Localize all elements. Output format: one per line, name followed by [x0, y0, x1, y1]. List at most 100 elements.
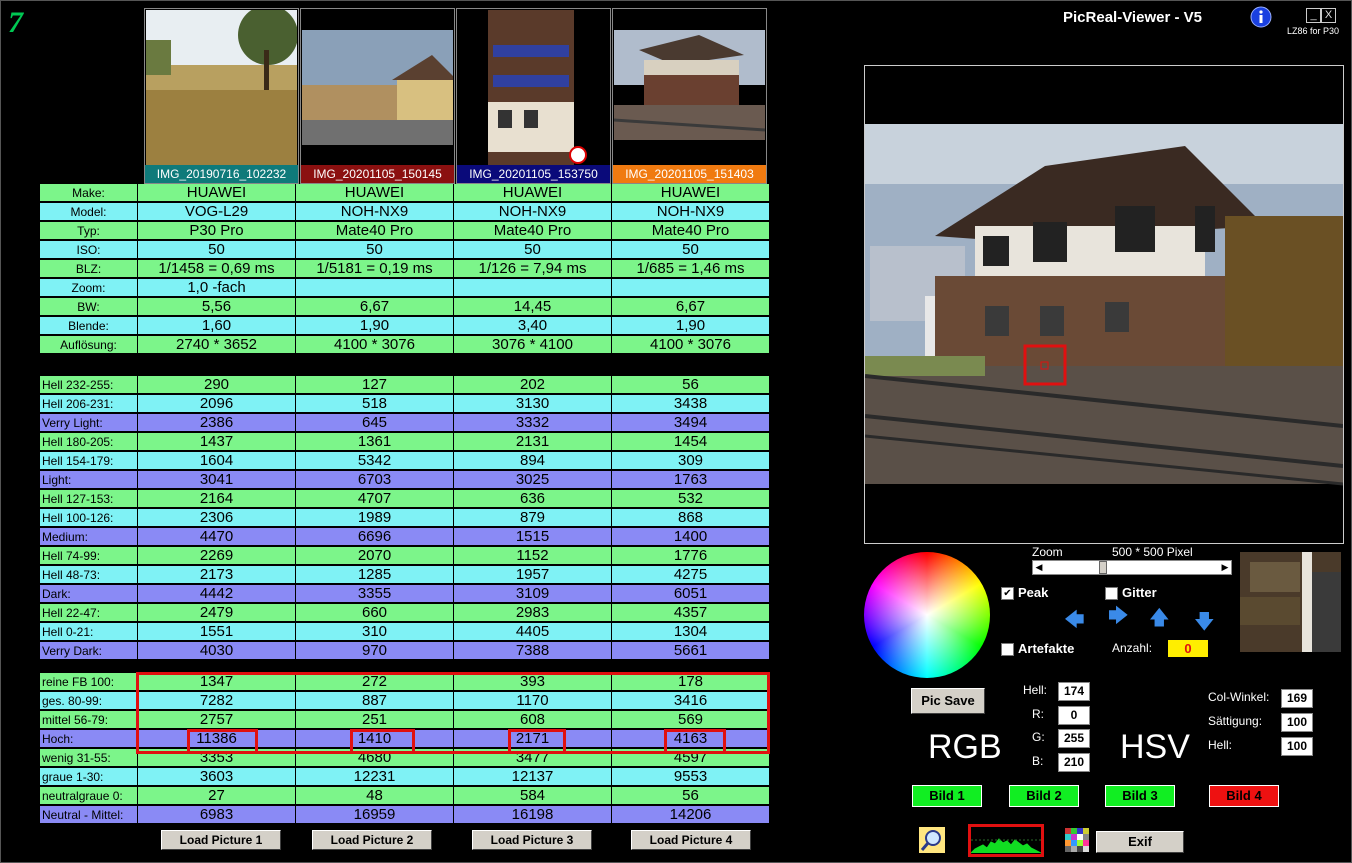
table-cell: 3076 * 4100	[454, 336, 612, 354]
app-subtitle: LZ86 for P30	[1287, 26, 1340, 36]
zoom-pixel-label: 500 * 500 Pixel	[1112, 545, 1193, 559]
close-button[interactable]: X	[1321, 8, 1336, 23]
table-cell: 636	[454, 490, 612, 508]
table-cell: 1400	[612, 528, 770, 546]
table-cell: 2173	[138, 566, 296, 584]
rgb-heading: RGB	[928, 728, 1002, 766]
thumbnail-image-4	[614, 10, 765, 165]
bild-2-button[interactable]: Bild 2	[1009, 785, 1079, 807]
table-cell: 1515	[454, 528, 612, 546]
col-winkel-label: Col-Winkel:	[1208, 690, 1270, 704]
hsv-hell-value: 100	[1281, 737, 1313, 756]
arrow-left-icon[interactable]: 🡄	[1064, 610, 1085, 630]
histogram-icon[interactable]	[968, 824, 1044, 857]
col-winkel-value: 169	[1281, 689, 1313, 708]
rgb-hell-value: 174	[1058, 682, 1090, 701]
table-row: Blende: 1,60 1,90 3,40 1,90	[40, 317, 770, 336]
arrow-up-icon[interactable]: 🡅	[1149, 608, 1170, 628]
table-cell: 1,90	[612, 317, 770, 335]
table-cell: 5661	[612, 642, 770, 660]
table-cell: HUAWEI	[612, 184, 770, 202]
table-cell: 1/5181 = 0,19 ms	[296, 260, 454, 278]
bild-3-button[interactable]: Bild 3	[1105, 785, 1175, 807]
zoom-slider[interactable]: ◀ ▶	[1032, 560, 1232, 575]
gitter-checkbox[interactable]	[1105, 587, 1118, 600]
bild-1-button[interactable]: Bild 1	[912, 785, 982, 807]
zoom-label: Zoom	[1032, 545, 1063, 559]
row-label: Verry Light:	[40, 414, 138, 432]
table-cell: 1,90	[296, 317, 454, 335]
table-cell: Mate40 Pro	[296, 222, 454, 240]
table-cell: NOH-NX9	[296, 203, 454, 221]
table-row: Neutral - Mittel: 6983 16959 16198 14206	[40, 806, 770, 825]
table-cell: 290	[138, 376, 296, 394]
color-grid-icon[interactable]	[1065, 828, 1089, 852]
thumbnail-2[interactable]: IMG_20201105_150145	[300, 8, 455, 184]
table-cell: 894	[454, 452, 612, 470]
row-label: reine FB 100:	[40, 673, 138, 691]
table-row: ISO: 50 50 50 50	[40, 241, 770, 260]
row-label: BW:	[40, 298, 138, 316]
bild-4-button[interactable]: Bild 4	[1209, 785, 1279, 807]
table-cell: 14,45	[454, 298, 612, 316]
table-cell: 4275	[612, 566, 770, 584]
row-label: Hell 22-47:	[40, 604, 138, 622]
peak-checkbox[interactable]: ✔	[1001, 587, 1014, 600]
table-cell: 1957	[454, 566, 612, 584]
hsv-hell-label: Hell:	[1208, 738, 1233, 752]
table-row: Verry Light: 2386 645 3332 3494	[40, 414, 770, 433]
load-picture-1-button[interactable]: Load Picture 1	[161, 830, 281, 850]
thumbnail-4[interactable]: IMG_20201105_151403	[612, 8, 767, 184]
load-picture-2-button[interactable]: Load Picture 2	[312, 830, 432, 850]
table-cell: Mate40 Pro	[454, 222, 612, 240]
table-cell: 2306	[138, 509, 296, 527]
table-cell: 4442	[138, 585, 296, 603]
table-cell: 2131	[454, 433, 612, 451]
row-label: Light:	[40, 471, 138, 489]
color-wheel[interactable]	[864, 552, 990, 678]
slider-right-arrow-icon[interactable]: ▶	[1219, 561, 1231, 574]
row-label: Hell 0-21:	[40, 623, 138, 641]
thumbnail-1[interactable]: IMG_20190716_102232	[144, 8, 299, 184]
table-cell: 2269	[138, 547, 296, 565]
row-label: Hell 154-179:	[40, 452, 138, 470]
b-label: B:	[1032, 754, 1044, 768]
peak-label: Peak	[1018, 585, 1049, 600]
pic-save-button[interactable]: Pic Save	[911, 688, 985, 714]
table-cell: 50	[138, 241, 296, 259]
comparison-table: Make: HUAWEI HUAWEI HUAWEI HUAWEI Model: VOG-L…	[40, 184, 770, 854]
thumbnail-3[interactable]: IMG_20201105_153750	[456, 8, 611, 184]
table-row: Hell 100-126: 2306 1989 879 868	[40, 509, 770, 528]
load-picture-4-button[interactable]: Load Picture 4	[631, 830, 751, 850]
table-cell: 7388	[454, 642, 612, 660]
table-cell: 50	[454, 241, 612, 259]
arrow-down-icon[interactable]: 🡇	[1194, 612, 1215, 632]
artefakte-checkbox[interactable]	[1001, 643, 1014, 656]
table-cell: 202	[454, 376, 612, 394]
arrow-right-icon[interactable]: 🡆	[1108, 606, 1129, 626]
row-label: ges. 80-99:	[40, 692, 138, 710]
table-cell: 1,60	[138, 317, 296, 335]
row-label: Hell 48-73:	[40, 566, 138, 584]
preview-panel[interactable]	[864, 65, 1344, 544]
row-label: Model:	[40, 203, 138, 221]
table-cell: HUAWEI	[138, 184, 296, 202]
exif-button[interactable]: Exif	[1096, 831, 1184, 853]
table-cell: 50	[612, 241, 770, 259]
info-icon[interactable]	[1250, 6, 1272, 28]
b-value: 210	[1058, 753, 1090, 772]
table-cell: 970	[296, 642, 454, 660]
table-cell: 1,0 -fach	[138, 279, 296, 297]
slider-thumb[interactable]	[1099, 561, 1107, 574]
table-cell: 3109	[454, 585, 612, 603]
load-picture-3-button[interactable]: Load Picture 3	[472, 830, 592, 850]
r-label: R:	[1032, 707, 1044, 721]
slider-left-arrow-icon[interactable]: ◀	[1033, 561, 1045, 574]
magnifier-icon[interactable]	[919, 827, 945, 853]
table-cell: 2070	[296, 547, 454, 565]
thumbnail-caption-2: IMG_20201105_150145	[301, 165, 454, 183]
row-label: Zoom:	[40, 279, 138, 297]
table-row: Auflösung: 2740 * 3652 4100 * 3076 3076 * 4…	[40, 336, 770, 355]
minimize-button[interactable]: _	[1306, 8, 1321, 23]
table-cell: 2983	[454, 604, 612, 622]
